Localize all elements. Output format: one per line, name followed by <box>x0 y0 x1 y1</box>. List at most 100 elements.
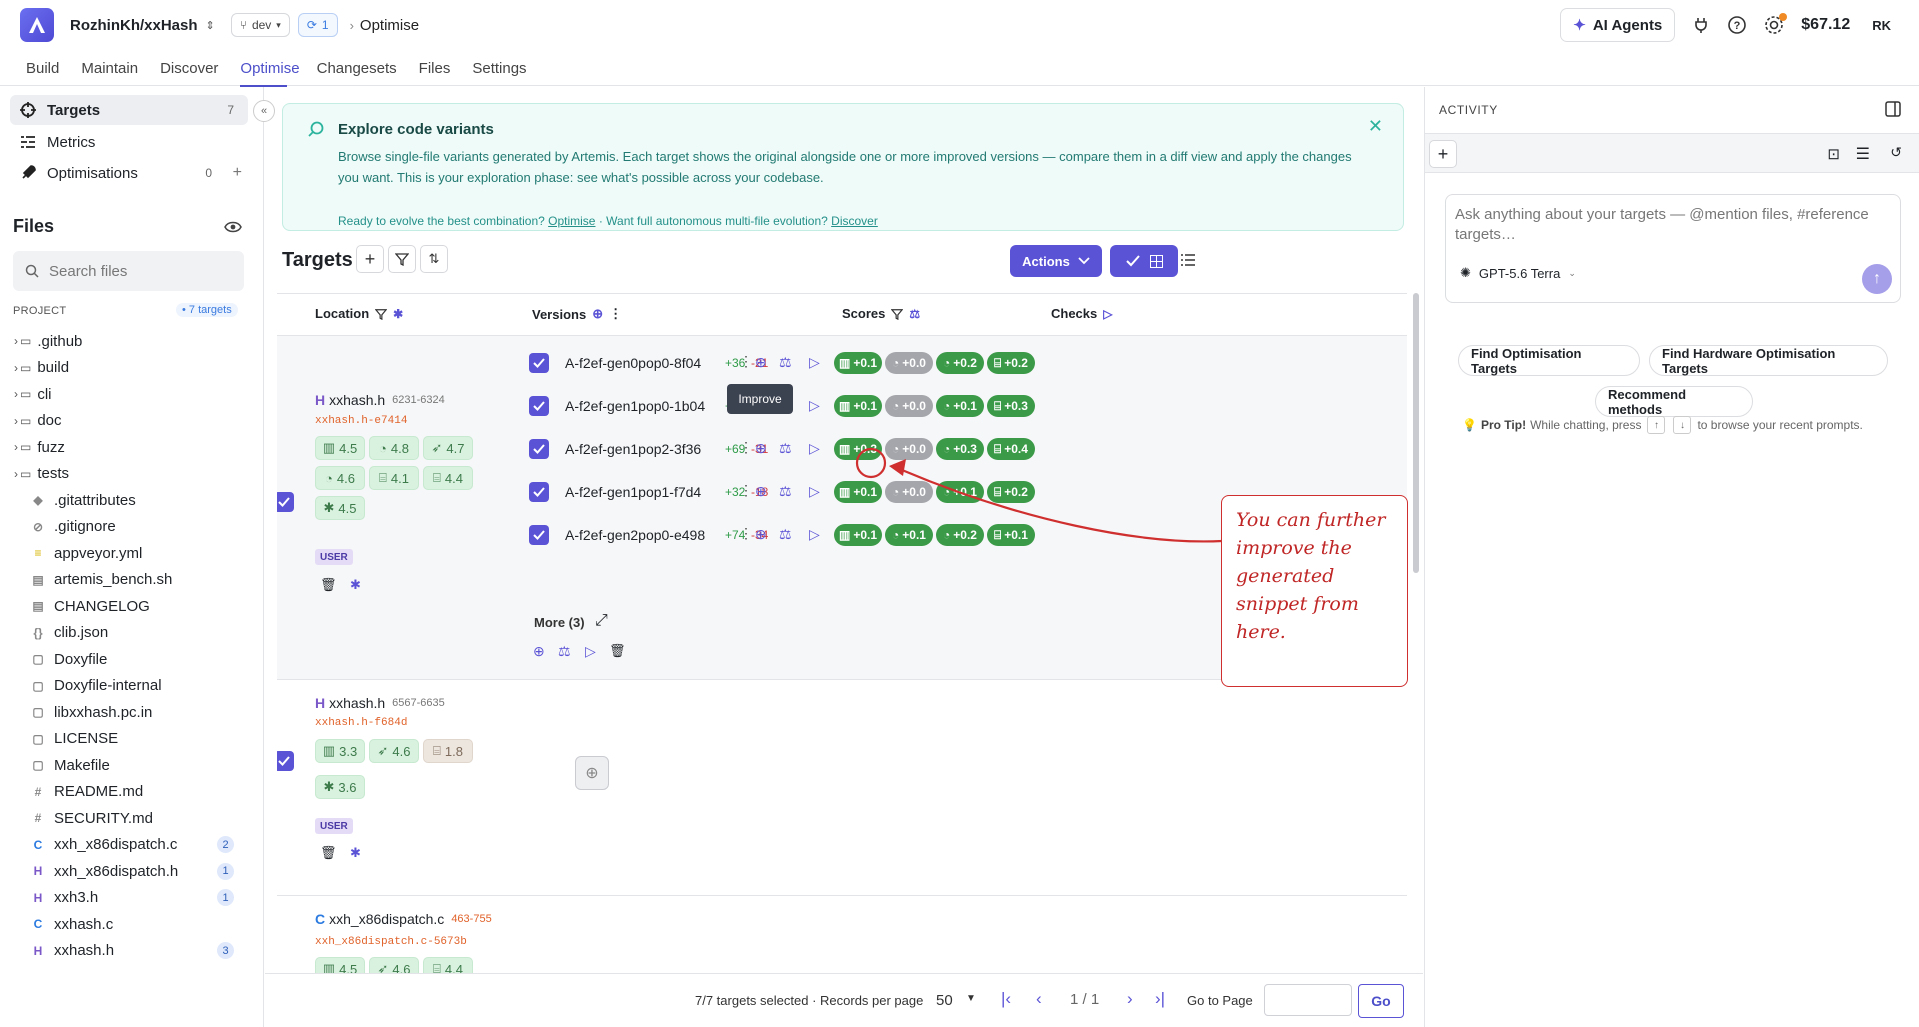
suggestion-recommend-methods[interactable]: Recommend methods <box>1595 386 1753 417</box>
expand-icon[interactable]: ⤢ <box>595 612 608 630</box>
optimise-link[interactable]: Optimise <box>548 214 595 228</box>
chevron-right-icon[interactable]: › <box>0 414 18 428</box>
filter-icon[interactable] <box>891 308 904 320</box>
improve-icon[interactable]: ⊕ <box>755 483 767 500</box>
trash-icon[interactable]: 🗑 <box>609 643 626 659</box>
grid-icon[interactable] <box>1149 254 1163 268</box>
version-name[interactable]: A-f2ef-gen0pop0-8f04 <box>565 355 701 371</box>
file-tree-item[interactable]: Cxxhash.c <box>0 911 264 938</box>
version-checkbox[interactable] <box>529 396 549 416</box>
add-version-button[interactable]: ⊕ <box>575 756 609 790</box>
sidebar-item-metrics[interactable]: Metrics <box>10 127 248 157</box>
improve-icon[interactable]: ⊕ <box>755 526 767 543</box>
model-selector[interactable]: ✺ GPT-5.6 Terra ⌄ <box>1460 265 1576 281</box>
more-vertical-icon[interactable]: ⋮ <box>609 306 622 322</box>
suggestion-find-hardware-targets[interactable]: Find Hardware Optimisation Targets <box>1649 345 1888 376</box>
file-tree-item[interactable]: › ▭ tests <box>0 461 264 488</box>
column-location[interactable]: Location ✱ <box>315 306 403 321</box>
tab-optimise[interactable]: Optimise <box>240 52 300 87</box>
tab-build[interactable]: Build <box>26 52 81 86</box>
column-scores[interactable]: Scores ⚖ <box>842 306 920 321</box>
compare-scale-icon[interactable]: ⚖ <box>779 483 792 500</box>
scale-icon[interactable]: ⚖ <box>909 307 920 321</box>
improve-icon[interactable]: ⊕ <box>755 354 767 371</box>
discover-link[interactable]: Discover <box>831 214 878 228</box>
version-name[interactable]: A-f2ef-gen1pop1-f7d4 <box>565 484 701 500</box>
file-tree-item[interactable]: › ▭ .github <box>0 328 264 355</box>
compare-scale-icon[interactable]: ⚖ <box>779 526 792 543</box>
more-vertical-icon[interactable]: ⋮ <box>739 353 753 370</box>
bug-icon[interactable]: ✱ <box>350 577 361 593</box>
sort-button[interactable]: ⇅ <box>420 245 448 273</box>
add-optimisation-icon[interactable]: + <box>233 164 242 182</box>
file-tree-item[interactable]: ▢ Doxyfile-internal <box>0 673 264 700</box>
column-versions[interactable]: Versions ⊕ ⋮ <box>532 306 622 322</box>
tab-settings[interactable]: Settings <box>472 52 539 86</box>
pr-counter[interactable]: ⟳ 1 <box>297 13 338 37</box>
actions-button[interactable]: Actions <box>1010 245 1102 277</box>
play-circle-icon[interactable]: ▷ <box>809 440 820 457</box>
file-tree-item[interactable]: Hxxhash.h 3 <box>0 938 264 965</box>
help-icon[interactable]: ? <box>1727 15 1747 35</box>
variant-id[interactable]: xxhash.h-f684d <box>315 717 407 729</box>
table-scrollbar[interactable] <box>1413 293 1419 573</box>
play-circle-icon[interactable]: ▷ <box>809 397 820 414</box>
go-button[interactable]: Go <box>1358 984 1404 1018</box>
version-name[interactable]: A-f2ef-gen1pop2-3f36 <box>565 441 701 457</box>
target-file-header[interactable]: H xxhash.h 6567-6635 <box>315 695 445 711</box>
sidebar-item-targets[interactable]: Targets 7 <box>10 95 248 125</box>
app-logo[interactable] <box>20 8 54 42</box>
last-page-icon[interactable]: ›| <box>1155 989 1165 1009</box>
file-tree-item[interactable]: ◆ .gitattributes <box>0 487 264 514</box>
compare-scale-icon[interactable]: ⚖ <box>779 440 792 457</box>
send-button[interactable]: ↑ <box>1862 264 1892 294</box>
file-tree-item[interactable]: › ▭ build <box>0 355 264 382</box>
file-tree-item[interactable]: ⊘ .gitignore <box>0 514 264 541</box>
play-circle-icon[interactable]: ▷ <box>585 643 596 660</box>
first-page-icon[interactable]: |‹ <box>1001 989 1011 1009</box>
close-icon[interactable]: ✕ <box>1368 116 1383 137</box>
version-checkbox[interactable] <box>529 353 549 373</box>
tab-files[interactable]: Files <box>419 52 473 86</box>
file-tree-item[interactable]: ▢ Makefile <box>0 752 264 779</box>
panel-toggle-icon[interactable] <box>1885 101 1901 117</box>
repo-switch-icon[interactable]: ⇕ <box>206 19 215 32</box>
robot-icon[interactable]: ⊡ <box>1827 145 1840 163</box>
target-checkbox[interactable] <box>277 751 294 771</box>
chevron-right-icon[interactable]: › <box>0 467 18 481</box>
chevron-right-icon[interactable]: › <box>0 334 18 348</box>
play-circle-icon[interactable]: ▷ <box>809 526 820 543</box>
chevron-right-icon[interactable]: › <box>0 361 18 375</box>
improve-icon[interactable]: ⊕ <box>755 440 767 457</box>
avatar[interactable]: RK <box>1872 18 1891 33</box>
list-icon[interactable]: ☰ <box>1856 144 1870 164</box>
file-tree-item[interactable]: Hxxh3.h 1 <box>0 885 264 912</box>
collapse-sidebar-button[interactable]: « <box>253 100 275 122</box>
more-versions-link[interactable]: More (3) <box>534 615 585 630</box>
more-vertical-icon[interactable]: ⋮ <box>739 482 753 499</box>
tab-discover[interactable]: Discover <box>160 52 240 86</box>
version-checkbox[interactable] <box>529 439 549 459</box>
file-tree-item[interactable]: ▤ artemis_bench.sh <box>0 567 264 594</box>
view-toggle[interactable] <box>1110 245 1178 277</box>
bug-icon[interactable]: ✱ <box>350 845 361 861</box>
sidebar-item-optimisations[interactable]: Optimisations 0 + <box>10 158 248 188</box>
file-tree-item[interactable]: # SECURITY.md <box>0 805 264 832</box>
play-circle-icon[interactable]: ▷ <box>809 483 820 500</box>
branch-selector[interactable]: ⑂ dev ▾ <box>230 13 290 37</box>
filter-button[interactable] <box>388 245 416 273</box>
scale-icon[interactable]: ⚖ <box>558 643 571 660</box>
file-tree-item[interactable]: › ▭ fuzz <box>0 434 264 461</box>
tab-maintain[interactable]: Maintain <box>81 52 160 86</box>
file-tree-item[interactable]: Hxxh_x86dispatch.h 1 <box>0 858 264 885</box>
history-icon[interactable]: ↺ <box>1890 144 1902 161</box>
version-name[interactable]: A-f2ef-gen1pop0-1b04 <box>565 398 705 414</box>
prev-page-icon[interactable]: ‹ <box>1036 989 1042 1009</box>
file-tree-item[interactable]: ▤ CHANGELOG <box>0 593 264 620</box>
chevron-right-icon[interactable]: › <box>0 387 18 401</box>
file-tree-item[interactable]: {} clib.json <box>0 620 264 647</box>
trash-icon[interactable]: 🗑 <box>320 845 337 861</box>
bug-icon[interactable]: ✱ <box>393 307 403 321</box>
repo-name[interactable]: RozhinKh/xxHash <box>70 17 198 34</box>
file-tree-item[interactable]: ▢ libxxhash.pc.in <box>0 699 264 726</box>
